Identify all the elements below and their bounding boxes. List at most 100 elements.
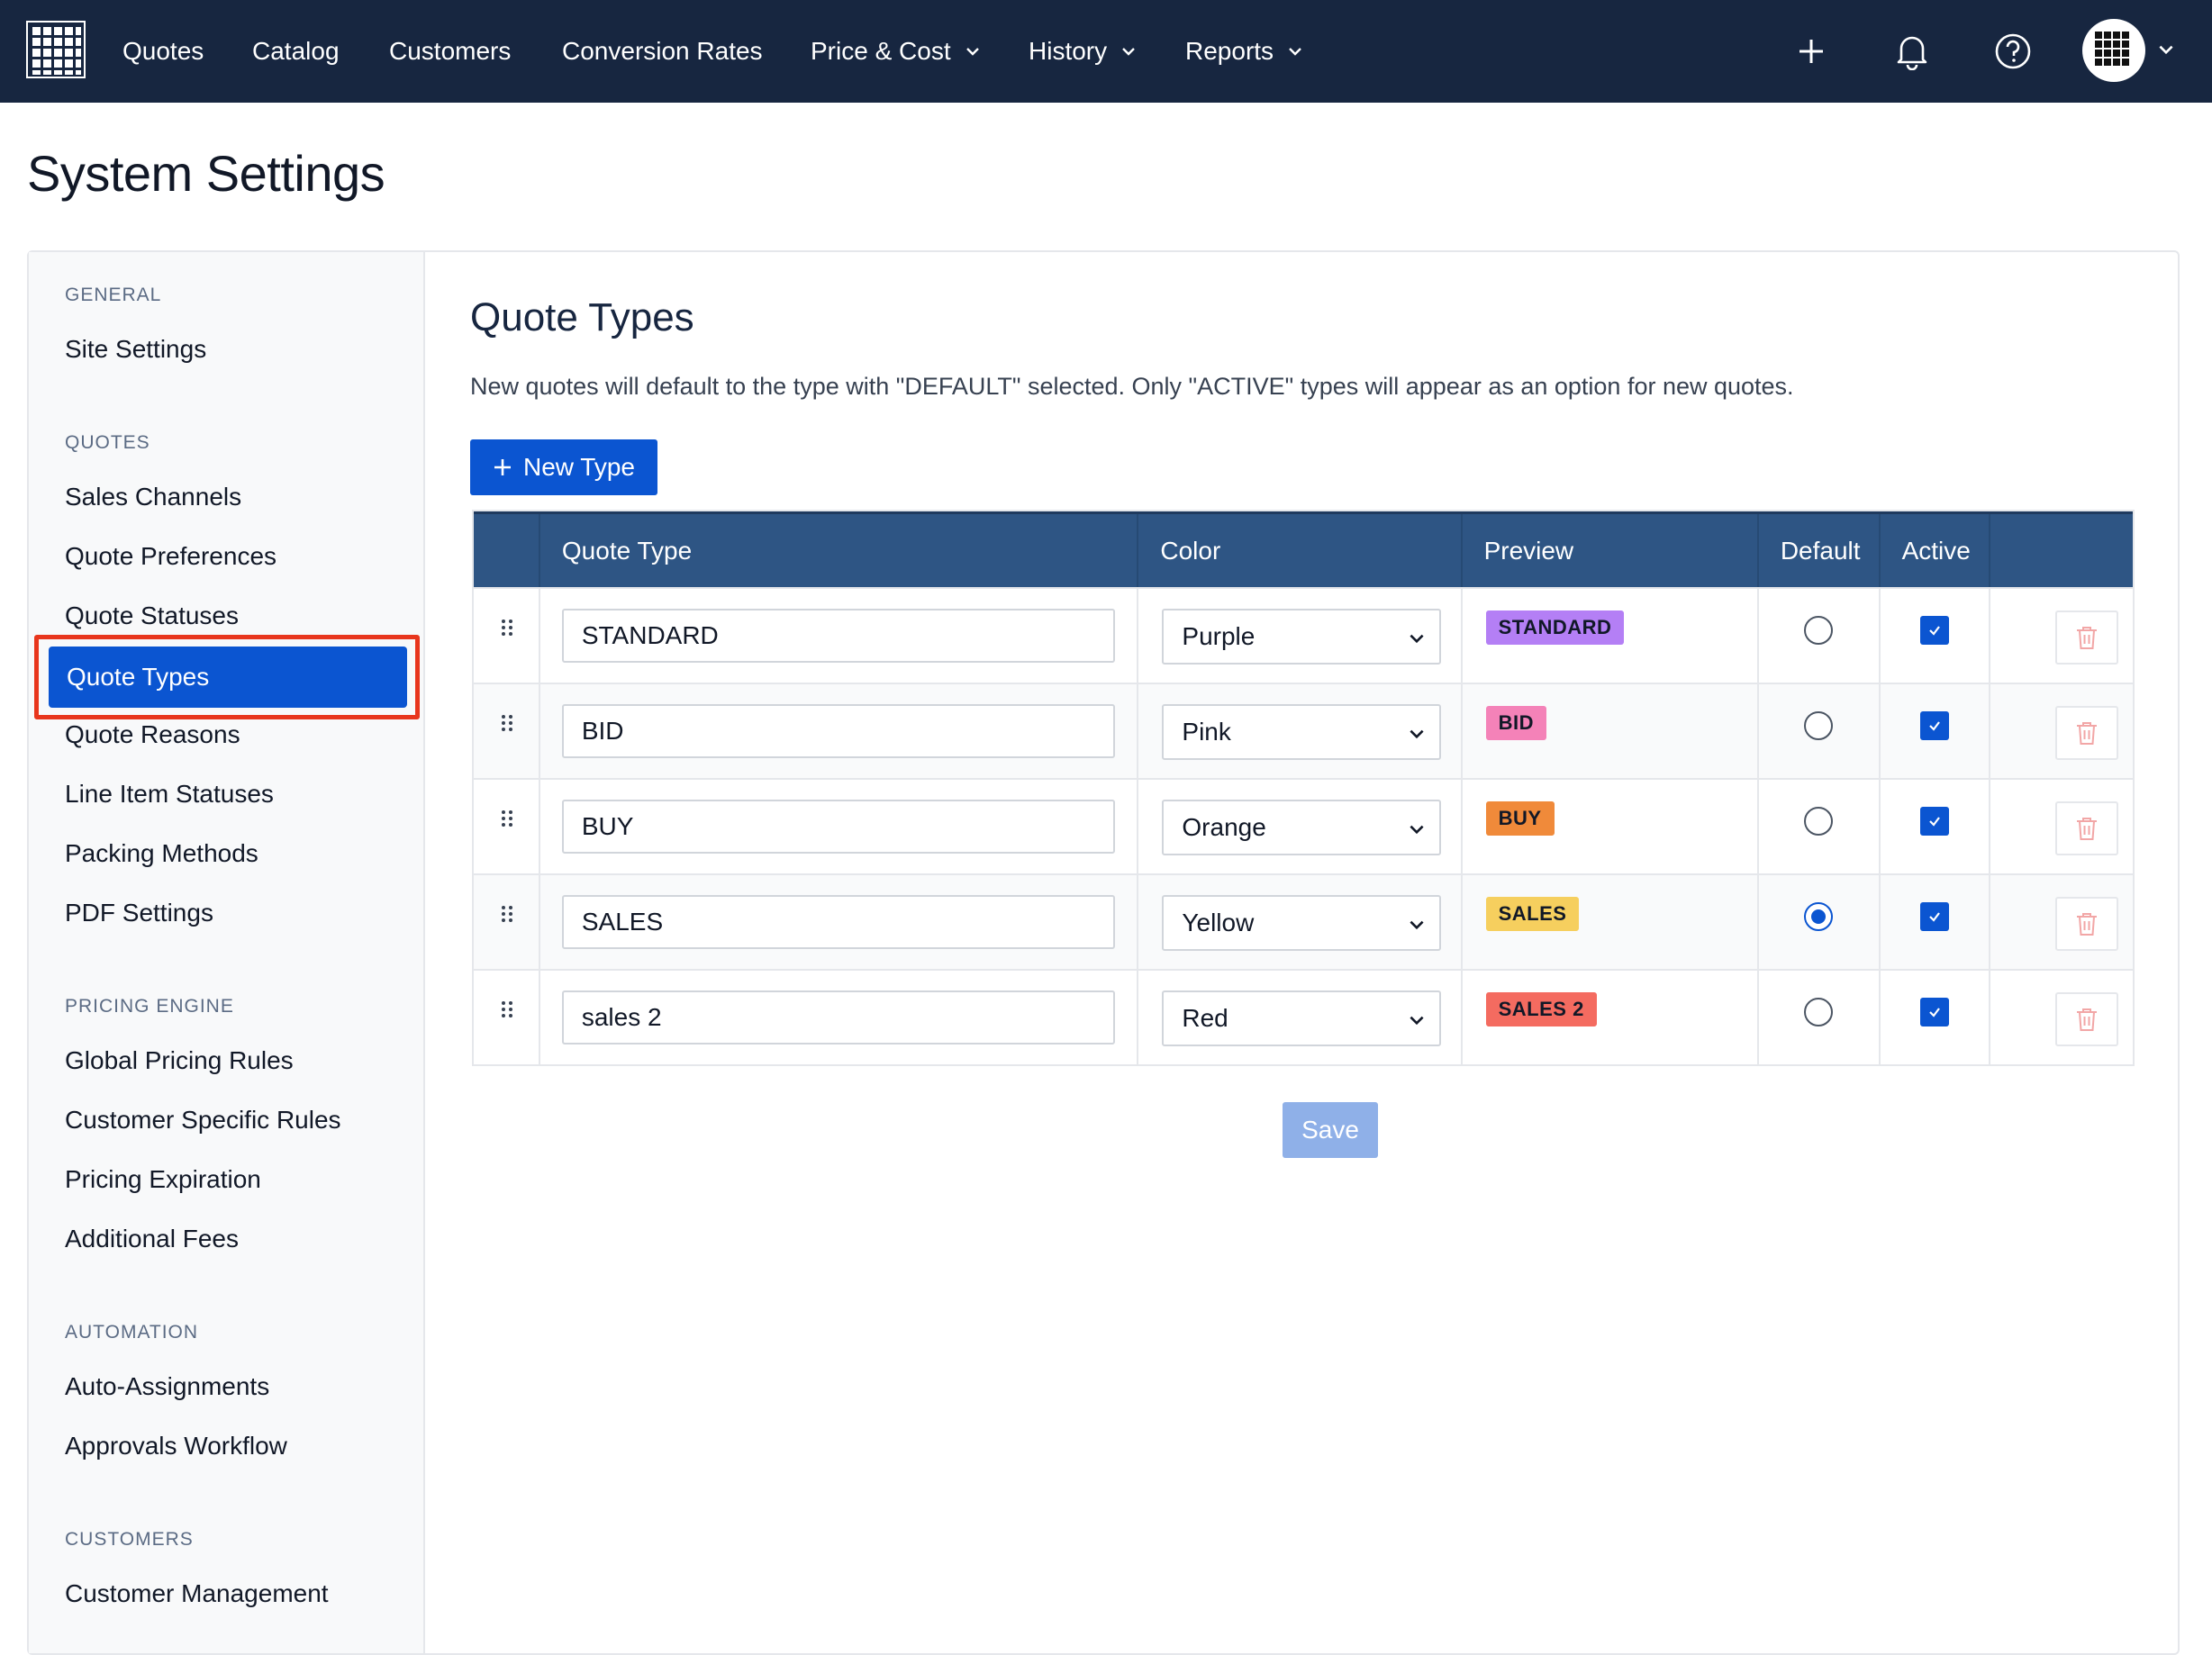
top-navbar: Quotes Catalog Customers Conversion Rate… [0, 0, 2212, 103]
chevron-down-icon [1289, 48, 1301, 56]
sidebar-item-customer-management[interactable]: Customer Management [65, 1579, 329, 1608]
color-select-value: Red [1182, 1004, 1228, 1032]
color-select[interactable]: Purple [1162, 609, 1442, 665]
active-cell [1881, 971, 1991, 1064]
drag-handle-icon[interactable] [499, 904, 515, 924]
section-description: New quotes will default to the type with… [470, 373, 1794, 400]
preview-badge: SALES [1485, 897, 1580, 931]
chevron-down-icon [965, 48, 979, 56]
sidebar-item-customer-specific-rules[interactable]: Customer Specific Rules [65, 1106, 341, 1135]
quote-type-input[interactable] [561, 704, 1115, 758]
quote-type-input[interactable] [561, 609, 1115, 663]
sidebar-item-quote-reasons[interactable]: Quote Reasons [65, 720, 240, 749]
default-radio[interactable] [1804, 711, 1834, 740]
check-icon [1929, 817, 1940, 827]
grid-logo-icon[interactable] [25, 20, 86, 79]
delete-button[interactable] [2055, 801, 2119, 855]
color-select-value: Purple [1182, 622, 1256, 650]
drag-cell [474, 971, 540, 1064]
default-radio[interactable] [1804, 998, 1834, 1026]
preview-cell: BID [1463, 684, 1759, 778]
sidebar-item-sales-channels[interactable]: Sales Channels [65, 483, 241, 511]
delete-button[interactable] [2055, 706, 2119, 760]
sidebar-section-pricing-engine: PRICING ENGINE [65, 996, 234, 1017]
default-cell [1759, 875, 1881, 969]
sidebar-item-site-settings[interactable]: Site Settings [65, 335, 206, 364]
drag-handle-icon[interactable] [499, 809, 515, 828]
plus-icon[interactable] [1787, 27, 1836, 76]
quote-type-cell [540, 780, 1139, 873]
quote-type-input[interactable] [561, 990, 1115, 1045]
sidebar-item-approvals-workflow[interactable]: Approvals Workflow [65, 1432, 287, 1461]
nav-reports[interactable]: Reports [1185, 0, 1304, 103]
new-type-label: New Type [523, 453, 635, 481]
color-cell: Pink [1138, 684, 1463, 778]
nav-catalog[interactable]: Catalog [252, 0, 340, 103]
quote-type-input[interactable] [561, 800, 1115, 854]
preview-cell: BUY [1463, 780, 1759, 873]
active-checkbox[interactable] [1919, 616, 1949, 645]
active-cell [1881, 875, 1991, 969]
color-select[interactable]: Red [1162, 990, 1442, 1046]
new-type-button[interactable]: New Type [470, 439, 657, 495]
sidebar-item-packing-methods[interactable]: Packing Methods [65, 839, 258, 868]
quote-type-cell [540, 589, 1139, 683]
active-checkbox[interactable] [1919, 902, 1949, 931]
color-select-value: Pink [1182, 718, 1231, 746]
nav-price-cost[interactable]: Price & Cost [811, 0, 982, 103]
sidebar-item-additional-fees[interactable]: Additional Fees [65, 1225, 239, 1253]
default-radio[interactable] [1804, 902, 1834, 931]
default-radio[interactable] [1804, 807, 1834, 836]
sidebar-item-pdf-settings[interactable]: PDF Settings [65, 899, 213, 927]
table-row: Pink BID [474, 683, 2133, 778]
drag-handle-icon[interactable] [499, 618, 515, 638]
nav-quotes[interactable]: Quotes [122, 0, 204, 103]
header-actions [1990, 514, 2133, 587]
nav-conversion-rates[interactable]: Conversion Rates [562, 0, 763, 103]
save-button[interactable]: Save [1283, 1102, 1378, 1158]
color-select[interactable]: Pink [1162, 704, 1442, 760]
active-checkbox[interactable] [1919, 998, 1949, 1026]
trash-icon [2077, 1008, 2098, 1031]
header-default: Default [1759, 514, 1881, 587]
delete-cell [1990, 875, 2133, 969]
active-checkbox[interactable] [1919, 711, 1949, 740]
preview-badge: BID [1485, 706, 1546, 740]
sidebar-item-quote-preferences[interactable]: Quote Preferences [65, 542, 276, 571]
table-row: Orange BUY [474, 778, 2133, 873]
color-select[interactable]: Yellow [1162, 895, 1442, 951]
color-select[interactable]: Orange [1162, 800, 1442, 855]
sidebar-item-line-item-statuses[interactable]: Line Item Statuses [65, 780, 274, 809]
default-cell [1759, 780, 1881, 873]
drag-handle-icon[interactable] [499, 713, 515, 733]
check-icon [1929, 626, 1940, 636]
settings-sidebar: GENERAL Site Settings QUOTES Sales Chann… [29, 252, 425, 1653]
active-cell [1881, 684, 1991, 778]
sidebar-item-global-pricing-rules[interactable]: Global Pricing Rules [65, 1046, 294, 1075]
drag-cell [474, 875, 540, 969]
default-radio[interactable] [1804, 616, 1834, 645]
sidebar-item-label: Quote Types [67, 663, 210, 691]
chevron-down-icon [1410, 729, 1424, 739]
bell-icon[interactable] [1888, 27, 1936, 76]
nav-customers[interactable]: Customers [389, 0, 511, 103]
sidebar-item-auto-assignments[interactable]: Auto-Assignments [65, 1372, 269, 1401]
sidebar-item-quote-statuses[interactable]: Quote Statuses [65, 601, 239, 630]
sidebar-item-pricing-expiration[interactable]: Pricing Expiration [65, 1165, 261, 1194]
color-cell: Purple [1138, 589, 1463, 683]
quote-type-input[interactable] [561, 895, 1115, 949]
help-icon[interactable] [1989, 27, 2037, 76]
sidebar-section-quotes: QUOTES [65, 432, 150, 453]
table-header: Quote Type Color Preview Default Active [474, 511, 2133, 587]
active-checkbox[interactable] [1919, 807, 1949, 836]
sidebar-section-automation: AUTOMATION [65, 1322, 199, 1343]
nav-history[interactable]: History [1029, 0, 1138, 103]
trash-icon [2077, 818, 2098, 840]
delete-button[interactable] [2055, 610, 2119, 665]
delete-button[interactable] [2055, 992, 2119, 1046]
avatar[interactable] [2082, 19, 2145, 82]
sidebar-item-quote-types[interactable]: Quote Types [49, 647, 407, 708]
delete-button[interactable] [2055, 897, 2119, 951]
chevron-down-icon[interactable] [2156, 40, 2176, 59]
drag-handle-icon[interactable] [499, 999, 515, 1019]
